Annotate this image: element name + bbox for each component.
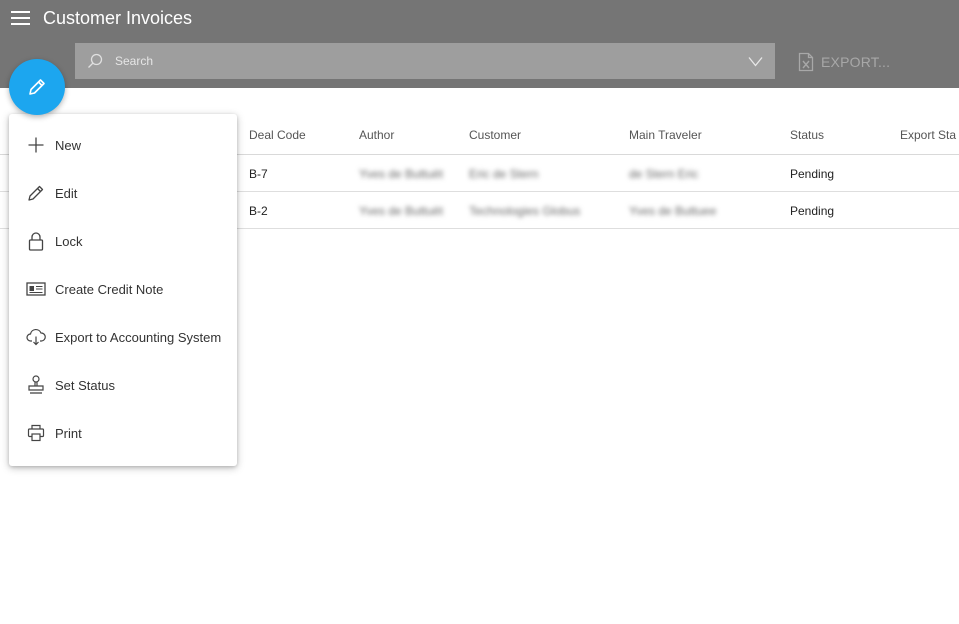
search-input[interactable] [115,43,735,79]
menu-item-label: Edit [55,185,78,201]
menu-item-label: Print [55,425,82,441]
menu-item-label: New [55,137,82,153]
menu-item-new[interactable]: New [9,121,237,169]
status-cell: Pending [790,204,835,218]
lock-icon [26,231,46,251]
search-bar[interactable] [75,43,775,79]
pencil-icon [29,79,45,95]
author-cell: Yves de Buttuët [359,204,444,218]
author-cell: Yves de Buttuët [359,167,444,181]
menu-item-lock[interactable]: Lock [9,217,237,265]
cloud-download-icon [26,327,46,347]
export-label: EXPORT... [821,54,891,70]
customer-cell: Eric de Stern [469,167,539,181]
export-button[interactable]: EXPORT... [798,52,890,72]
page-title: Customer Invoices [43,8,193,28]
main-traveler-cell: de Stern Eric [629,167,699,181]
pencil-icon [26,183,46,203]
column-header-export-status[interactable]: Export Sta [900,128,956,142]
menu-item-label: Create Credit Note [55,281,164,297]
menu-item-label: Lock [55,233,83,249]
column-header-customer[interactable]: Customer [469,128,521,142]
search-icon [88,53,103,68]
excel-file-icon [798,52,814,72]
actions-menu: New Edit Lock Create Credit Note Export … [9,114,237,466]
chevron-down-icon[interactable] [748,56,763,67]
customer-cell: Technologies Globus [469,204,581,218]
main-traveler-cell: Yves de Buttuee [629,204,717,218]
status-cell: Pending [790,167,835,181]
menu-item-edit[interactable]: Edit [9,169,237,217]
menu-item-label: Set Status [55,377,115,393]
deal-code-cell: B-7 [249,167,268,181]
edit-fab-button[interactable] [9,59,65,115]
column-header-deal-code[interactable]: Deal Code [249,128,306,142]
id-card-icon [26,279,46,299]
menu-item-create-credit-note[interactable]: Create Credit Note [9,265,237,313]
column-header-main-traveler[interactable]: Main Traveler [629,128,702,142]
menu-item-print[interactable]: Print [9,409,237,457]
column-header-status[interactable]: Status [790,128,824,142]
column-header-author[interactable]: Author [359,128,394,142]
menu-icon[interactable] [11,9,31,27]
menu-item-label: Export to Accounting System [55,329,222,345]
menu-item-set-status[interactable]: Set Status [9,361,237,409]
plus-icon [26,135,46,155]
app-header: Customer Invoices EXPORT... [0,0,959,88]
deal-code-cell: B-2 [249,204,268,218]
menu-item-export-to-accounting[interactable]: Export to Accounting System [9,313,237,361]
stamp-icon [26,375,46,395]
printer-icon [26,423,46,443]
